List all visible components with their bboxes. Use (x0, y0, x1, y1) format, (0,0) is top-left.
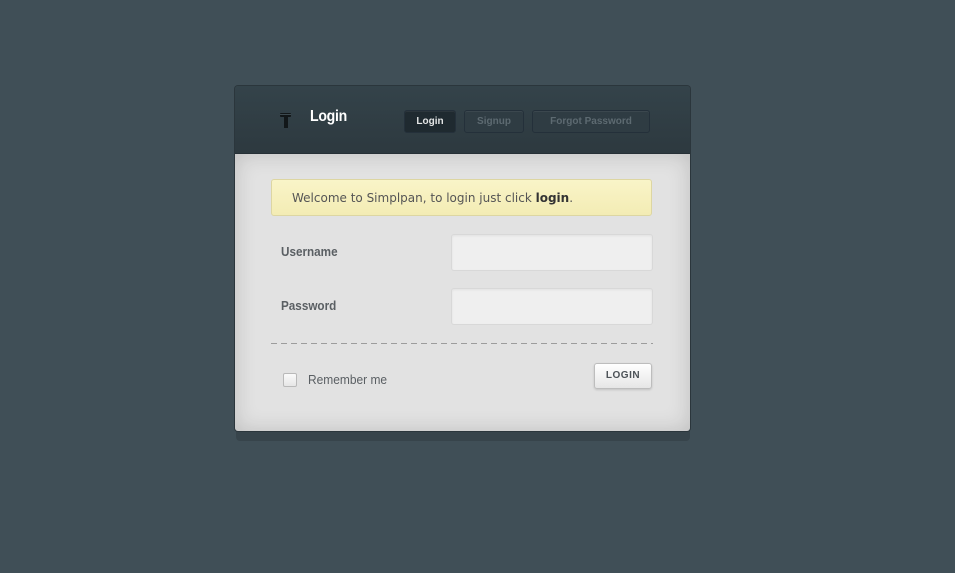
panel-header: Login Login Signup Forgot Password (235, 86, 690, 154)
page-title: Login (310, 108, 348, 125)
tab-login[interactable]: Login (404, 110, 456, 133)
notice-login-link: login (535, 191, 570, 205)
notice-text-after: . (569, 191, 574, 205)
welcome-notice: Welcome to Simplpan, to login just click… (271, 179, 652, 216)
tab-signup[interactable]: Signup (464, 110, 524, 133)
panel-body: Welcome to Simplpan, to login just click… (235, 154, 690, 431)
login-panel: Login Login Signup Forgot Password Welco… (235, 86, 690, 431)
divider (271, 343, 653, 345)
tab-forgot-password[interactable]: Forgot Password (532, 110, 650, 133)
remember-checkbox[interactable] (283, 373, 297, 387)
password-label: Password (281, 298, 337, 313)
username-input[interactable] (451, 234, 653, 271)
remember-label: Remember me (308, 372, 388, 387)
key-icon (279, 112, 293, 130)
password-input[interactable] (451, 288, 653, 325)
notice-text: Welcome to Simplpan, to login just click… (292, 191, 573, 205)
login-button[interactable]: LOGIN (594, 363, 652, 389)
notice-text-before: Welcome to Simplpan, to login just click (292, 191, 536, 205)
username-label: Username (281, 244, 338, 259)
